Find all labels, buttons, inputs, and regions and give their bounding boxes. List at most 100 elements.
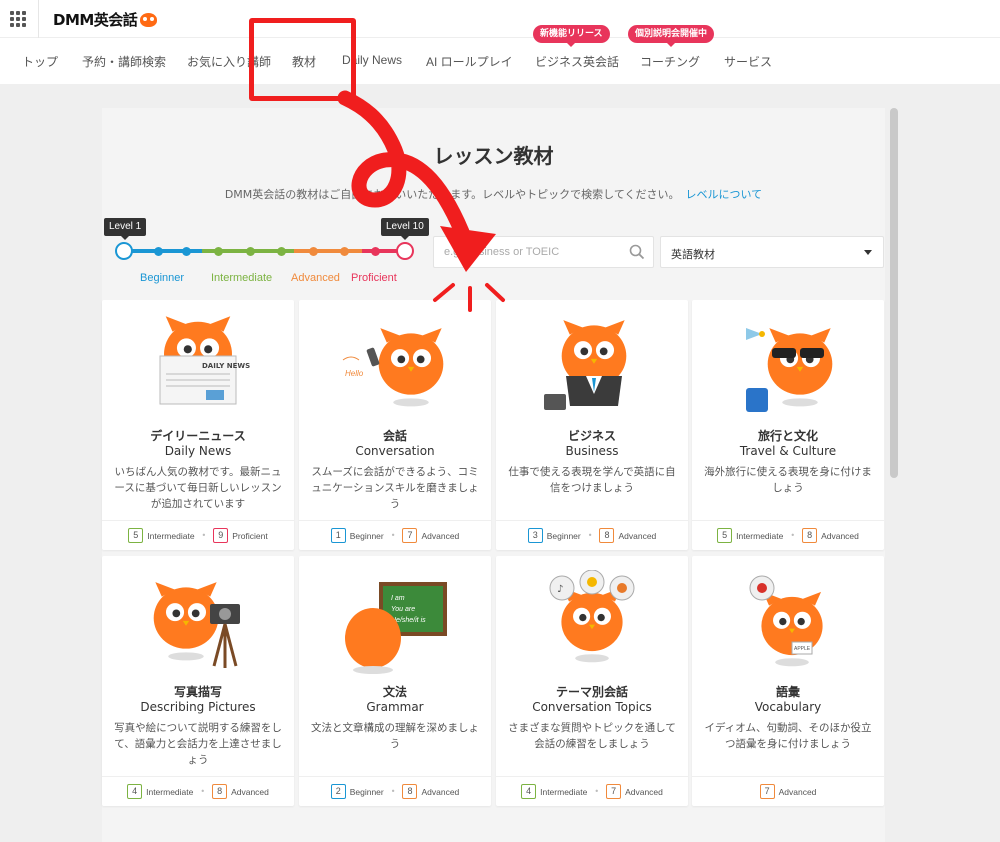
chevron-down-icon [864, 250, 872, 255]
level-dot [340, 247, 349, 256]
nav-item-business-english[interactable]: 新機能リリース ビジネス英会話 [533, 25, 619, 70]
level-label: Intermediate [146, 786, 194, 797]
level-label: Advanced [625, 786, 663, 797]
category-select-value: 英語教材 [671, 248, 715, 261]
card-description: 海外旅行に使える表現を身に付けましょう [704, 466, 872, 494]
level-chip: 8 Advanced [599, 528, 656, 543]
level-label: Beginner [546, 530, 581, 541]
scrollbar[interactable] [890, 108, 898, 478]
new-feature-badge: 新機能リリース [533, 25, 610, 47]
nav-item-services[interactable]: サービス [724, 53, 772, 70]
level-dot [371, 247, 380, 256]
level-chip: 5 Intermediate [717, 528, 783, 543]
card-title-jp: デイリーニュース [150, 429, 246, 443]
material-card[interactable]: 旅行と文化 Travel & Culture 海外旅行に使える表現を身に付けましょう… [692, 300, 884, 550]
svg-text:DAILY NEWS: DAILY NEWS [202, 362, 250, 370]
label-advanced: Advanced [291, 272, 340, 284]
level-chip: 2 Beginner [330, 784, 384, 799]
level-number: 9 [213, 528, 229, 543]
material-card[interactable]: Hello 会話 Conversation スムーズに会話ができるよう、コミュニケー… [299, 300, 491, 550]
nav-item-coaching[interactable]: 個別説明会開催中 コーチング [628, 25, 715, 70]
level-number: 4 [521, 784, 537, 799]
owl-logo-icon [140, 12, 158, 27]
card-level-range: 7 Advanced [692, 776, 884, 806]
level-number: 7 [402, 528, 418, 543]
card-description: 写真や絵について説明する練習をして、語彙力と会話力を上達させましょう [114, 722, 282, 766]
level-separator: • [390, 787, 396, 796]
search-field[interactable] [433, 236, 654, 268]
svg-text:I am: I am [391, 595, 405, 602]
svg-text:Hello: Hello [345, 369, 364, 378]
material-card[interactable]: ビジネス Business 仕事で使える表現を学んで英語に自信をつけましょう 3 Beg… [496, 300, 688, 550]
app-grid-icon[interactable] [10, 11, 26, 27]
card-title-jp: 写真描写 [173, 685, 222, 699]
level-info-link[interactable]: レベルについて [686, 188, 763, 201]
level-chip: 7 Advanced [759, 784, 816, 799]
annotation-highlight-box [249, 18, 356, 101]
material-card[interactable]: APPLE 語彙 Vocabulary イディオム、句動詞、そのほか役立つ語彙を身に付… [692, 556, 884, 806]
level-chip: 7 Advanced [402, 528, 459, 543]
owl-business-icon [496, 314, 688, 424]
label-beginner: Beginner [140, 272, 185, 284]
level-dot [277, 247, 286, 256]
label-intermediate: Intermediate [211, 272, 273, 284]
track-advanced [294, 249, 362, 253]
card-title-en: Vocabulary [754, 700, 822, 714]
level-number: 5 [717, 528, 733, 543]
card-level-range: 2 Beginner • 8 Advanced [299, 776, 491, 806]
owl-phone-icon: Hello [299, 314, 491, 424]
level-number: 5 [128, 528, 144, 543]
divider [38, 0, 39, 38]
level-max-handle[interactable] [396, 242, 414, 260]
level-label: Advanced [821, 530, 859, 541]
level-label: Proficient [232, 530, 268, 541]
owl-travel-icon [692, 314, 884, 424]
svg-text:♪: ♪ [557, 584, 563, 595]
material-card[interactable]: ♪ テーマ別会話 Conversation Topics さまざまな質問やトピックを… [496, 556, 688, 806]
owl-camera-icon [102, 570, 294, 680]
card-title-en: Daily News [164, 444, 232, 458]
card-description: 仕事で使える表現を学んで英語に自信をつけましょう [508, 466, 676, 494]
card-title-jp: 語彙 [775, 685, 800, 699]
level-separator: • [587, 531, 593, 540]
level-slider[interactable]: Level 1 Level 10 Beginner Intermediate A… [102, 218, 429, 288]
search-icon[interactable] [629, 244, 645, 260]
category-select[interactable]: 英語教材 [660, 236, 884, 268]
level-label: Advanced [421, 530, 460, 541]
nav-item-top[interactable]: トップ [22, 53, 58, 70]
level-number: 2 [330, 784, 346, 799]
info-session-badge: 個別説明会開催中 [628, 25, 715, 47]
svg-text:APPLE: APPLE [794, 646, 811, 652]
level-dot [154, 247, 163, 256]
level-label: Advanced [421, 786, 460, 797]
material-card[interactable]: DAILY NEWS デイリーニュース Daily News いちばん人気の教材です… [102, 300, 294, 550]
search-input[interactable] [434, 237, 619, 267]
material-card[interactable]: 写真描写 Describing Pictures 写真や絵について説明する練習をして… [102, 556, 294, 806]
level-label: Intermediate [736, 530, 784, 541]
card-description: スムーズに会話ができるよう、コミュニケーションスキルを磨きましょう [311, 466, 479, 510]
logo[interactable]: DMM英会話 [53, 9, 158, 30]
level-label: Beginner [349, 786, 384, 797]
card-level-range: 5 Intermediate • 8 Advanced [692, 520, 884, 550]
level-separator: • [790, 531, 796, 540]
level-min-tag: Level 1 [104, 218, 147, 240]
card-level-range: 4 Intermediate • 8 Advanced [102, 776, 294, 806]
card-description: 文法と文章構成の理解を深めましょう [311, 722, 479, 750]
material-card[interactable]: I am You are He/she/it is 文法 Grammar 文法と文章… [299, 556, 491, 806]
main-nav: トップ 予約・講師検索 お気に入り講師 教材 Daily News AI ロール… [0, 25, 1000, 84]
owl-newspaper-icon: DAILY NEWS [102, 314, 294, 424]
level-separator: • [390, 531, 396, 540]
level-min-handle[interactable] [115, 242, 133, 260]
owl-vocabulary-icon: APPLE [692, 570, 884, 680]
level-max-tag: Level 10 [381, 218, 429, 240]
nav-item-ai-roleplay[interactable]: AI ロールプレイ [426, 53, 513, 70]
level-label: Advanced [618, 530, 657, 541]
level-number: 4 [127, 784, 143, 799]
nav-item-booking[interactable]: 予約・講師検索 [82, 53, 166, 70]
page-description: DMM英会話の教材はご自由にお使いいただけます。レベルやトピックで検索してくださ… [224, 188, 763, 201]
level-number: 3 [527, 528, 543, 543]
card-title-en: Business [565, 444, 619, 458]
level-label: Intermediate [147, 530, 195, 541]
card-title-jp: 旅行と文化 [757, 429, 818, 443]
level-number: 1 [330, 528, 346, 543]
